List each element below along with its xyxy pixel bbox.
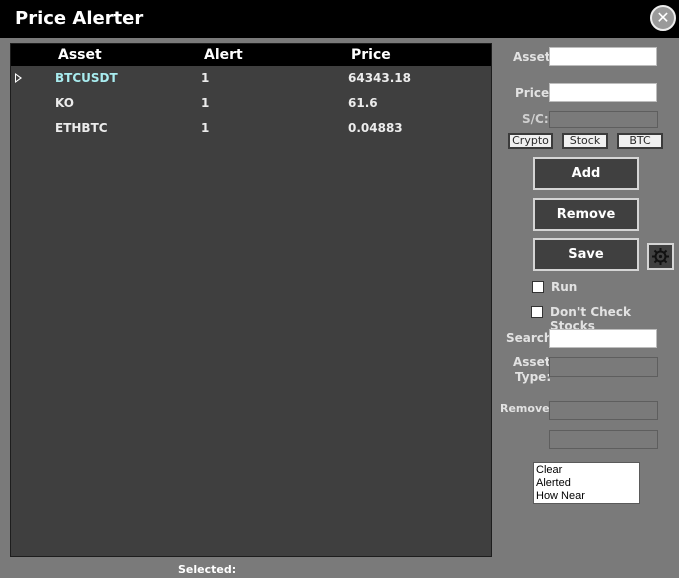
table-row[interactable]: ETHBTC 1 0.04883 (11, 119, 491, 141)
table-row[interactable]: BTCUSDT 1 64343.18 (11, 69, 491, 91)
run-label: Run (551, 280, 578, 294)
column-header-asset[interactable]: Asset (58, 47, 102, 63)
gear-icon (652, 248, 669, 265)
removed-field (549, 401, 658, 420)
cell-price[interactable]: 64343.18 (348, 71, 411, 85)
add-button[interactable]: Add (533, 157, 639, 190)
cell-alert[interactable]: 1 (201, 121, 209, 135)
close-icon: ✕ (656, 8, 670, 27)
crypto-button[interactable]: Crypto (508, 133, 553, 149)
close-button[interactable]: ✕ (650, 5, 676, 31)
asset-input[interactable] (549, 47, 657, 66)
selected-status-label: Selected: (178, 563, 237, 576)
asset-type-label-line2: Type: (515, 370, 552, 384)
column-header-alert[interactable]: Alert (204, 47, 243, 63)
asset-type-label: Asset (513, 355, 550, 369)
asset-type-field (549, 357, 658, 377)
cell-price[interactable]: 61.6 (348, 96, 378, 110)
cell-asset[interactable]: KO (55, 96, 74, 110)
window-title: Price Alerter (15, 8, 144, 29)
cell-price[interactable]: 0.04883 (348, 121, 403, 135)
run-checkbox[interactable] (532, 281, 544, 293)
cell-asset[interactable]: BTCUSDT (55, 71, 118, 85)
alerts-grid[interactable]: Asset Alert Price BTCUSDT 1 64343.18 KO … (10, 43, 492, 557)
remove-button[interactable]: Remove (533, 198, 639, 231)
save-button[interactable]: Save (533, 238, 639, 271)
dont-check-stocks-checkbox[interactable] (531, 306, 543, 318)
stock-button[interactable]: Stock (562, 133, 608, 149)
options-listbox[interactable]: Clear Alerted How Near (533, 462, 640, 504)
search-input[interactable] (549, 329, 657, 348)
cell-asset[interactable]: ETHBTC (55, 121, 108, 135)
removed-field-2 (549, 430, 658, 449)
sc-label: S/C: (522, 112, 549, 126)
row-pointer-icon (15, 73, 22, 83)
sc-field (549, 111, 658, 128)
title-bar: Price Alerter ✕ (0, 0, 679, 38)
list-item[interactable]: How Near (536, 490, 637, 503)
settings-button[interactable] (647, 243, 674, 270)
asset-type-label-line1: Asset (513, 355, 551, 369)
table-row[interactable]: KO 1 61.6 (11, 94, 491, 116)
cell-alert[interactable]: 1 (201, 71, 209, 85)
list-item[interactable]: Clear (536, 464, 637, 477)
column-header-price[interactable]: Price (351, 47, 391, 63)
btc-button[interactable]: BTC (617, 133, 663, 149)
grid-header: Asset Alert Price (11, 44, 491, 66)
cell-alert[interactable]: 1 (201, 96, 209, 110)
price-input[interactable] (549, 83, 657, 102)
list-item[interactable]: Alerted (536, 477, 637, 490)
